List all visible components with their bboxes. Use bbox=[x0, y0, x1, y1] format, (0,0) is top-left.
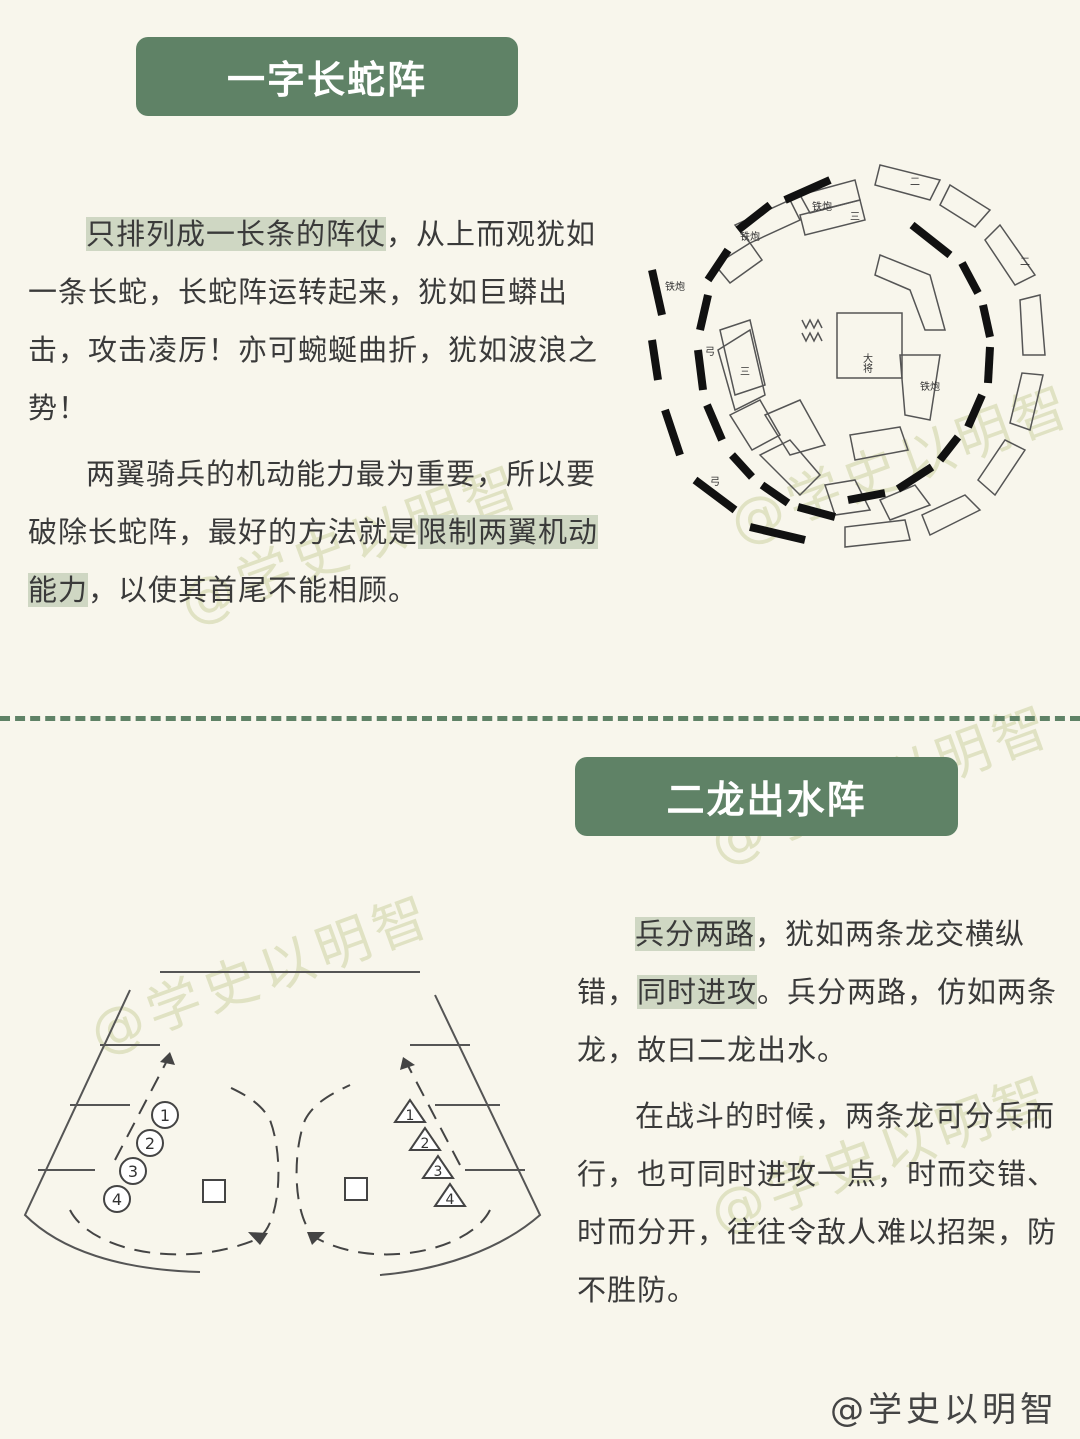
section1-paragraph-2: 两翼骑兵的机动能力最为重要，所以要破除长蛇阵，最好的方法就是限制两翼机动能力，以… bbox=[28, 445, 618, 619]
ring-label: 三 bbox=[740, 367, 750, 378]
left-marker: 3 bbox=[128, 1162, 138, 1181]
ring-label: 弓 bbox=[710, 477, 720, 488]
section-title-snake-formation: 一字长蛇阵 bbox=[136, 37, 518, 116]
ring-label: 铁炮 bbox=[920, 380, 940, 393]
section-divider bbox=[0, 716, 1080, 721]
right-marker: 4 bbox=[446, 1192, 455, 1208]
left-marker: 2 bbox=[145, 1134, 155, 1153]
section2-paragraph-1: 兵分两路，犹如两条龙交横纵错，同时进攻。兵分两路，仿如两条龙，故曰二龙出水。 bbox=[577, 905, 1067, 1079]
ring-label: 二 bbox=[1020, 257, 1030, 268]
ring-label: 铁炮 bbox=[740, 230, 760, 243]
section2-body: 兵分两路，犹如两条龙交横纵错，同时进攻。兵分两路，仿如两条龙，故曰二龙出水。 在… bbox=[577, 905, 1067, 1319]
ring-label: 二 bbox=[910, 177, 920, 188]
section-title-two-dragons-formation: 二龙出水阵 bbox=[575, 757, 958, 836]
paragraph-text: ，以使其首尾不能相顾。 bbox=[88, 573, 419, 607]
section1-body: 只排列成一长条的阵仗，从上而观犹如一条长蛇，长蛇阵运转起来，犹如巨蟒出击，攻击凌… bbox=[28, 205, 618, 619]
ring-label: 三 bbox=[850, 212, 860, 223]
highlight-text: 兵分两路 bbox=[635, 917, 756, 951]
left-marker: 4 bbox=[112, 1190, 122, 1209]
snake-formation-diagram: 大将 二 铁炮 三 铁炮 二 铁炮 三 弓 铁炮 弓 bbox=[648, 164, 1046, 548]
right-marker: 3 bbox=[434, 1164, 443, 1180]
center-label: 大将 bbox=[861, 352, 873, 373]
two-dragons-diagram: 1 2 3 4 1 2 3 4 bbox=[23, 971, 542, 1276]
left-marker: 1 bbox=[160, 1106, 170, 1125]
section1-paragraph-1: 只排列成一长条的阵仗，从上而观犹如一条长蛇，长蛇阵运转起来，犹如巨蟒出击，攻击凌… bbox=[28, 205, 618, 437]
section2-paragraph-2: 在战斗的时候，两条龙可分兵而行，也可同时进攻一点，时而交错、时而分开，往往令敌人… bbox=[577, 1099, 1058, 1307]
highlight-text: 只排列成一长条的阵仗 bbox=[86, 217, 387, 251]
ring-label: 铁炮 bbox=[665, 280, 685, 293]
right-marker: 2 bbox=[421, 1136, 430, 1152]
highlight-text: 同时进攻 bbox=[637, 975, 758, 1009]
ring-label: 铁炮 bbox=[812, 200, 832, 213]
footer-watermark: @学史以明智 bbox=[830, 1390, 1058, 1430]
right-marker: 1 bbox=[406, 1108, 415, 1124]
ring-label: 弓 bbox=[705, 347, 715, 358]
